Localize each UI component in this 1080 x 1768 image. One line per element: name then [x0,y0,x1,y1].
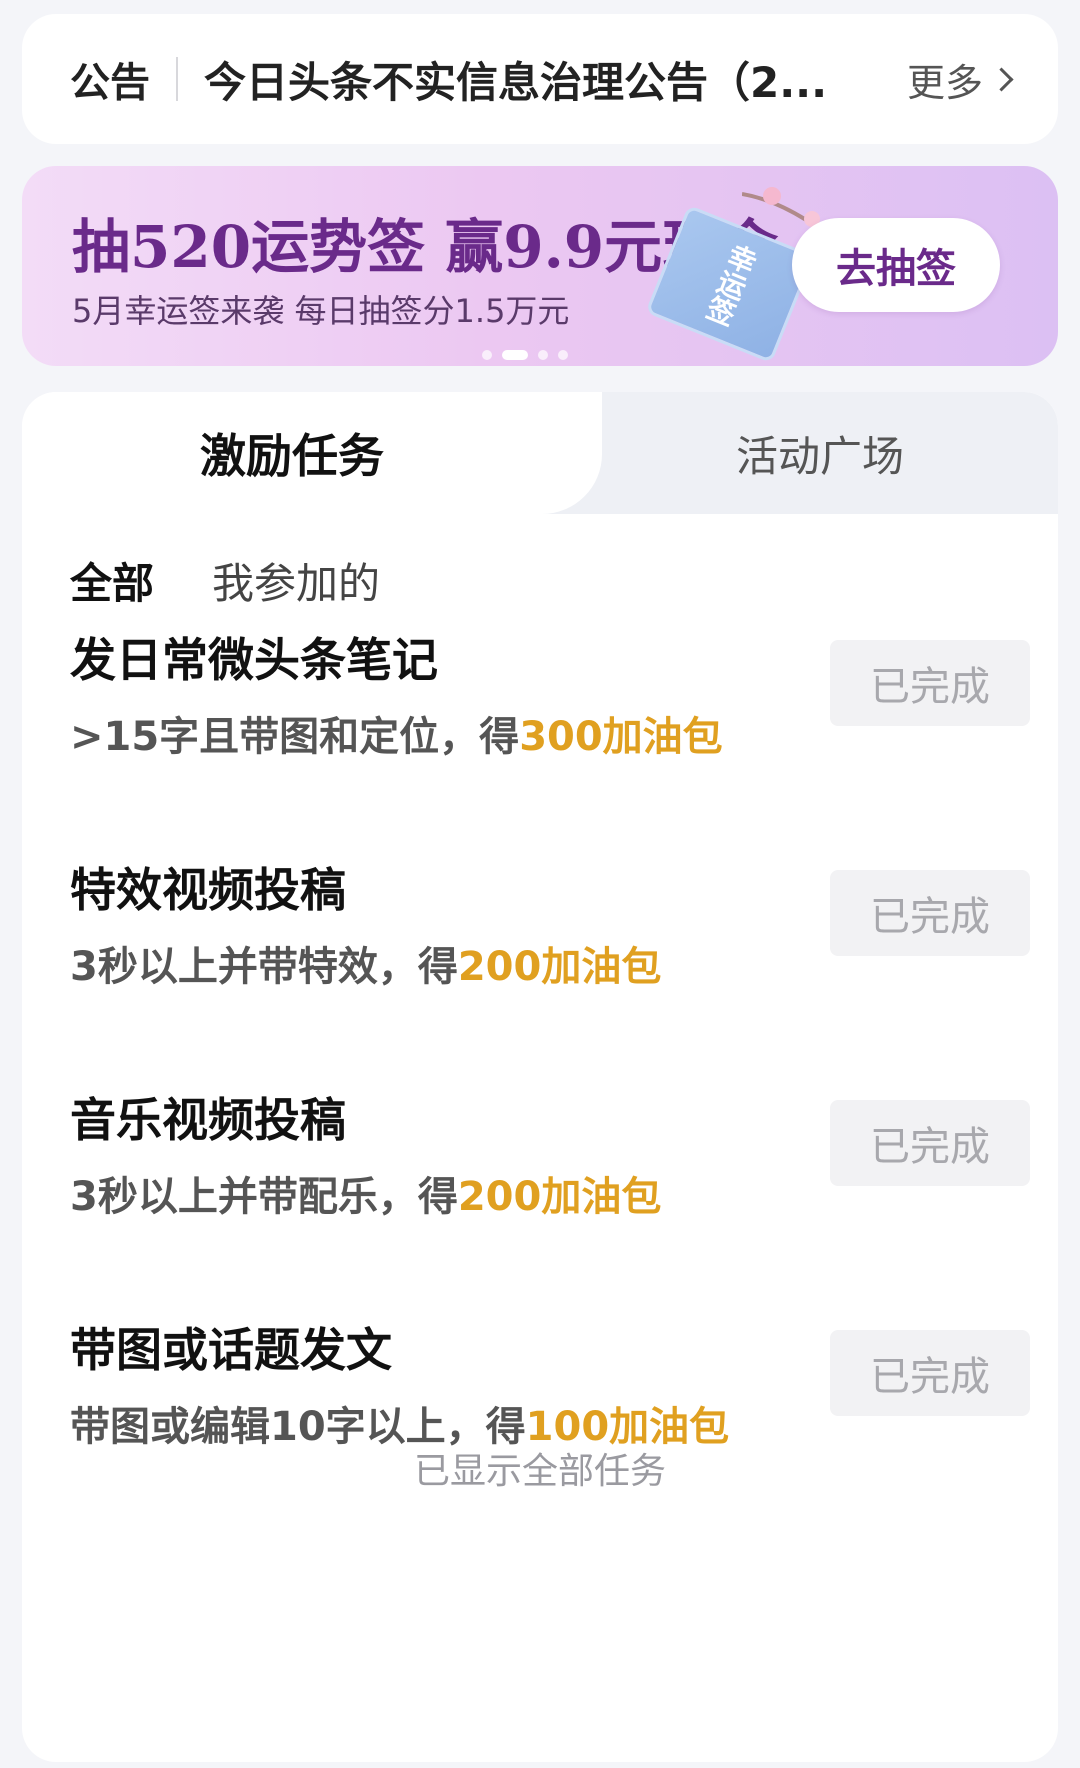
task-status-button[interactable]: 已完成 [830,870,1030,956]
announcement-text[interactable]: 今日头条不实信息治理公告（2... [204,49,857,110]
task-desc-text: 3秒以上并带配乐，得 [70,1174,458,1220]
filter-all[interactable]: 全部 [70,550,154,611]
carousel-dot [538,350,548,360]
banner-subtitle: 5月幸运签来袭 每日抽签分1.5万元 [72,292,570,330]
task-desc-text: >15字且带图和定位，得 [70,714,520,760]
announcement-divider [176,57,178,101]
tab-activity-plaza[interactable]: 活动广场 [582,392,1058,514]
task-reward: 200加油包 [457,944,662,990]
tab-incentive-tasks[interactable]: 激励任务 [22,392,562,514]
task-status-button[interactable]: 已完成 [830,1100,1030,1186]
carousel-dot [558,350,568,360]
task-title: 音乐视频投稿 [70,1093,346,1147]
more-label: 更多 [906,60,983,105]
task-status-button[interactable]: 已完成 [830,640,1030,726]
task-description: >15字且带图和定位，得300加油包 [70,704,723,762]
filter-joined[interactable]: 我参加的 [212,550,380,611]
draw-lot-button[interactable]: 去抽签 [792,218,1000,312]
task-item: 音乐视频投稿 3秒以上并带配乐，得200加油包 已完成 [70,1084,1030,1264]
carousel-dot-active [502,350,528,360]
announcement-label: 公告 [70,60,150,106]
task-description: 3秒以上并带配乐，得200加油包 [70,1164,661,1222]
task-title: 发日常微头条笔记 [70,633,438,687]
carousel-indicator [482,350,568,360]
promo-banner[interactable]: 抽520运势签 赢9.9元现金 5月幸运签来袭 每日抽签分1.5万元 幸运签 去… [22,166,1058,366]
task-reward: 300加油包 [519,714,723,760]
announcement-bar[interactable]: 公告 今日头条不实信息治理公告（2... 更多 [22,14,1058,144]
task-reward: 200加油包 [457,1174,662,1220]
task-description: 3秒以上并带特效，得200加油包 [70,934,661,992]
chevron-right-icon [989,66,1014,92]
task-filter: 全部 我参加的 [70,550,380,611]
carousel-dot [482,350,492,360]
more-link[interactable]: 更多 [906,52,1014,107]
all-tasks-shown-note: 已显示全部任务 [413,1451,666,1492]
task-title: 特效视频投稿 [70,863,346,917]
task-item: 发日常微头条笔记 >15字且带图和定位，得300加油包 已完成 [70,624,1030,804]
task-item: 特效视频投稿 3秒以上并带特效，得200加油包 已完成 [70,854,1030,1034]
task-title: 带图或话题发文 [70,1323,392,1377]
task-panel: 激励任务 活动广场 全部 我参加的 发日常微头条笔记 >15字且带图和定位，得3… [22,392,1058,1762]
task-desc-text: 3秒以上并带特效，得 [70,944,458,990]
task-status-button[interactable]: 已完成 [830,1330,1030,1416]
